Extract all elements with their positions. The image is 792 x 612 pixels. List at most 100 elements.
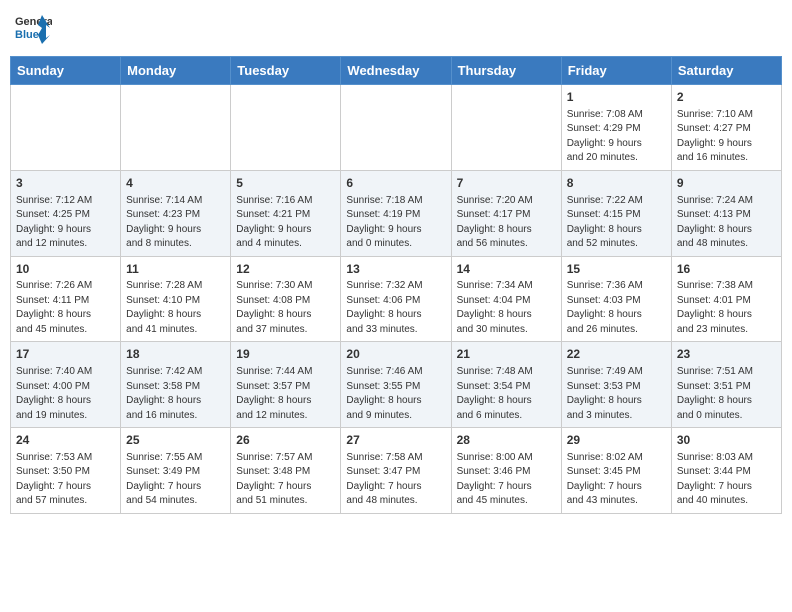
calendar-cell: 23 Sunrise: 7:51 AM Sunset: 3:51 PM Dayli… bbox=[671, 342, 781, 428]
day-number: 3 bbox=[16, 175, 115, 192]
logo-svg: General Blue bbox=[14, 10, 52, 48]
day-number: 24 bbox=[16, 432, 115, 449]
day-info: Sunrise: 7:58 AM Sunset: 3:47 PM Dayligh… bbox=[346, 451, 445, 509]
calendar-week-4: 17 Sunrise: 7:40 AM Sunset: 4:00 PM Dayli… bbox=[11, 342, 782, 428]
svg-text:General: General bbox=[15, 16, 52, 28]
day-number: 16 bbox=[677, 261, 776, 278]
day-info: Sunrise: 7:40 AM Sunset: 4:00 PM Dayligh… bbox=[16, 365, 115, 423]
day-info: Sunrise: 7:24 AM Sunset: 4:13 PM Dayligh… bbox=[677, 194, 776, 252]
day-number: 15 bbox=[567, 261, 666, 278]
day-number: 5 bbox=[236, 175, 335, 192]
calendar-cell bbox=[121, 85, 231, 171]
day-number: 2 bbox=[677, 89, 776, 106]
calendar-cell: 2 Sunrise: 7:10 AM Sunset: 4:27 PM Daylig… bbox=[671, 85, 781, 171]
calendar-cell: 15Sunrise: 7:36 AM Sunset: 4:03 PM Dayli… bbox=[561, 256, 671, 342]
calendar-cell: 3 Sunrise: 7:12 AM Sunset: 4:25 PM Daylig… bbox=[11, 170, 121, 256]
calendar-cell: 21 Sunrise: 7:48 AM Sunset: 3:54 PM Dayli… bbox=[451, 342, 561, 428]
day-number: 1 bbox=[567, 89, 666, 106]
day-info: Sunrise: 7:26 AM Sunset: 4:11 PM Dayligh… bbox=[16, 279, 115, 337]
day-info: Sunrise: 7:55 AM Sunset: 3:49 PM Dayligh… bbox=[126, 451, 225, 509]
day-number: 23 bbox=[677, 346, 776, 363]
calendar-cell: 29 Sunrise: 8:02 AM Sunset: 3:45 PM Dayli… bbox=[561, 428, 671, 514]
calendar-cell: 13Sunrise: 7:32 AM Sunset: 4:06 PM Dayli… bbox=[341, 256, 451, 342]
day-number: 6 bbox=[346, 175, 445, 192]
day-info: Sunrise: 7:48 AM Sunset: 3:54 PM Dayligh… bbox=[457, 365, 556, 423]
day-info: Sunrise: 7:51 AM Sunset: 3:51 PM Dayligh… bbox=[677, 365, 776, 423]
weekday-header-tuesday: Tuesday bbox=[231, 57, 341, 85]
weekday-header-monday: Monday bbox=[121, 57, 231, 85]
calendar-cell: 26 Sunrise: 7:57 AM Sunset: 3:48 PM Dayli… bbox=[231, 428, 341, 514]
day-info: Sunrise: 8:02 AM Sunset: 3:45 PM Dayligh… bbox=[567, 451, 666, 509]
calendar-cell: 11Sunrise: 7:28 AM Sunset: 4:10 PM Dayli… bbox=[121, 256, 231, 342]
calendar-cell: 12Sunrise: 7:30 AM Sunset: 4:08 PM Dayli… bbox=[231, 256, 341, 342]
calendar-cell bbox=[11, 85, 121, 171]
weekday-header-friday: Friday bbox=[561, 57, 671, 85]
weekday-header-wednesday: Wednesday bbox=[341, 57, 451, 85]
day-info: Sunrise: 7:08 AM Sunset: 4:29 PM Dayligh… bbox=[567, 108, 666, 166]
day-info: Sunrise: 7:53 AM Sunset: 3:50 PM Dayligh… bbox=[16, 451, 115, 509]
weekday-header-row: SundayMondayTuesdayWednesdayThursdayFrid… bbox=[11, 57, 782, 85]
calendar-cell: 25 Sunrise: 7:55 AM Sunset: 3:49 PM Dayli… bbox=[121, 428, 231, 514]
calendar-cell: 4 Sunrise: 7:14 AM Sunset: 4:23 PM Daylig… bbox=[121, 170, 231, 256]
day-info: Sunrise: 7:46 AM Sunset: 3:55 PM Dayligh… bbox=[346, 365, 445, 423]
day-info: Sunrise: 7:42 AM Sunset: 3:58 PM Dayligh… bbox=[126, 365, 225, 423]
day-number: 9 bbox=[677, 175, 776, 192]
day-number: 7 bbox=[457, 175, 556, 192]
calendar-cell: 14Sunrise: 7:34 AM Sunset: 4:04 PM Dayli… bbox=[451, 256, 561, 342]
day-info: Sunrise: 7:16 AM Sunset: 4:21 PM Dayligh… bbox=[236, 194, 335, 252]
day-number: 18 bbox=[126, 346, 225, 363]
calendar-table: SundayMondayTuesdayWednesdayThursdayFrid… bbox=[10, 56, 782, 514]
calendar-cell: 24 Sunrise: 7:53 AM Sunset: 3:50 PM Dayli… bbox=[11, 428, 121, 514]
day-info: Sunrise: 7:30 AM Sunset: 4:08 PM Dayligh… bbox=[236, 279, 335, 337]
weekday-header-thursday: Thursday bbox=[451, 57, 561, 85]
day-number: 4 bbox=[126, 175, 225, 192]
day-number: 17 bbox=[16, 346, 115, 363]
day-info: Sunrise: 8:03 AM Sunset: 3:44 PM Dayligh… bbox=[677, 451, 776, 509]
day-info: Sunrise: 7:14 AM Sunset: 4:23 PM Dayligh… bbox=[126, 194, 225, 252]
weekday-header-saturday: Saturday bbox=[671, 57, 781, 85]
day-info: Sunrise: 7:20 AM Sunset: 4:17 PM Dayligh… bbox=[457, 194, 556, 252]
day-number: 28 bbox=[457, 432, 556, 449]
calendar-cell bbox=[451, 85, 561, 171]
day-number: 21 bbox=[457, 346, 556, 363]
day-number: 8 bbox=[567, 175, 666, 192]
day-number: 22 bbox=[567, 346, 666, 363]
day-info: Sunrise: 7:57 AM Sunset: 3:48 PM Dayligh… bbox=[236, 451, 335, 509]
day-info: Sunrise: 7:12 AM Sunset: 4:25 PM Dayligh… bbox=[16, 194, 115, 252]
day-info: Sunrise: 7:44 AM Sunset: 3:57 PM Dayligh… bbox=[236, 365, 335, 423]
calendar-cell: 6Sunrise: 7:18 AM Sunset: 4:19 PM Daylig… bbox=[341, 170, 451, 256]
day-number: 27 bbox=[346, 432, 445, 449]
calendar-cell: 18 Sunrise: 7:42 AM Sunset: 3:58 PM Dayli… bbox=[121, 342, 231, 428]
day-info: Sunrise: 7:38 AM Sunset: 4:01 PM Dayligh… bbox=[677, 279, 776, 337]
calendar-cell: 22Sunrise: 7:49 AM Sunset: 3:53 PM Dayli… bbox=[561, 342, 671, 428]
calendar-cell: 10Sunrise: 7:26 AM Sunset: 4:11 PM Dayli… bbox=[11, 256, 121, 342]
day-number: 12 bbox=[236, 261, 335, 278]
day-number: 10 bbox=[16, 261, 115, 278]
weekday-header-sunday: Sunday bbox=[11, 57, 121, 85]
day-number: 25 bbox=[126, 432, 225, 449]
calendar-cell: 28Sunrise: 8:00 AM Sunset: 3:46 PM Dayli… bbox=[451, 428, 561, 514]
calendar-cell: 30 Sunrise: 8:03 AM Sunset: 3:44 PM Dayli… bbox=[671, 428, 781, 514]
page-header: General Blue bbox=[10, 10, 782, 48]
day-number: 20 bbox=[346, 346, 445, 363]
calendar-week-1: 1 Sunrise: 7:08 AM Sunset: 4:29 PM Daylig… bbox=[11, 85, 782, 171]
calendar-cell bbox=[231, 85, 341, 171]
day-number: 30 bbox=[677, 432, 776, 449]
day-number: 11 bbox=[126, 261, 225, 278]
day-number: 29 bbox=[567, 432, 666, 449]
calendar-cell: 7 Sunrise: 7:20 AM Sunset: 4:17 PM Daylig… bbox=[451, 170, 561, 256]
day-number: 13 bbox=[346, 261, 445, 278]
svg-text:Blue: Blue bbox=[15, 29, 39, 41]
day-number: 14 bbox=[457, 261, 556, 278]
calendar-cell: 19Sunrise: 7:44 AM Sunset: 3:57 PM Dayli… bbox=[231, 342, 341, 428]
calendar-cell: 17 Sunrise: 7:40 AM Sunset: 4:00 PM Dayli… bbox=[11, 342, 121, 428]
calendar-week-2: 3 Sunrise: 7:12 AM Sunset: 4:25 PM Daylig… bbox=[11, 170, 782, 256]
day-info: Sunrise: 7:32 AM Sunset: 4:06 PM Dayligh… bbox=[346, 279, 445, 337]
day-number: 26 bbox=[236, 432, 335, 449]
calendar-cell bbox=[341, 85, 451, 171]
day-info: Sunrise: 7:10 AM Sunset: 4:27 PM Dayligh… bbox=[677, 108, 776, 166]
calendar-week-3: 10Sunrise: 7:26 AM Sunset: 4:11 PM Dayli… bbox=[11, 256, 782, 342]
calendar-cell: 5 Sunrise: 7:16 AM Sunset: 4:21 PM Daylig… bbox=[231, 170, 341, 256]
day-info: Sunrise: 7:36 AM Sunset: 4:03 PM Dayligh… bbox=[567, 279, 666, 337]
calendar-cell: 16Sunrise: 7:38 AM Sunset: 4:01 PM Dayli… bbox=[671, 256, 781, 342]
